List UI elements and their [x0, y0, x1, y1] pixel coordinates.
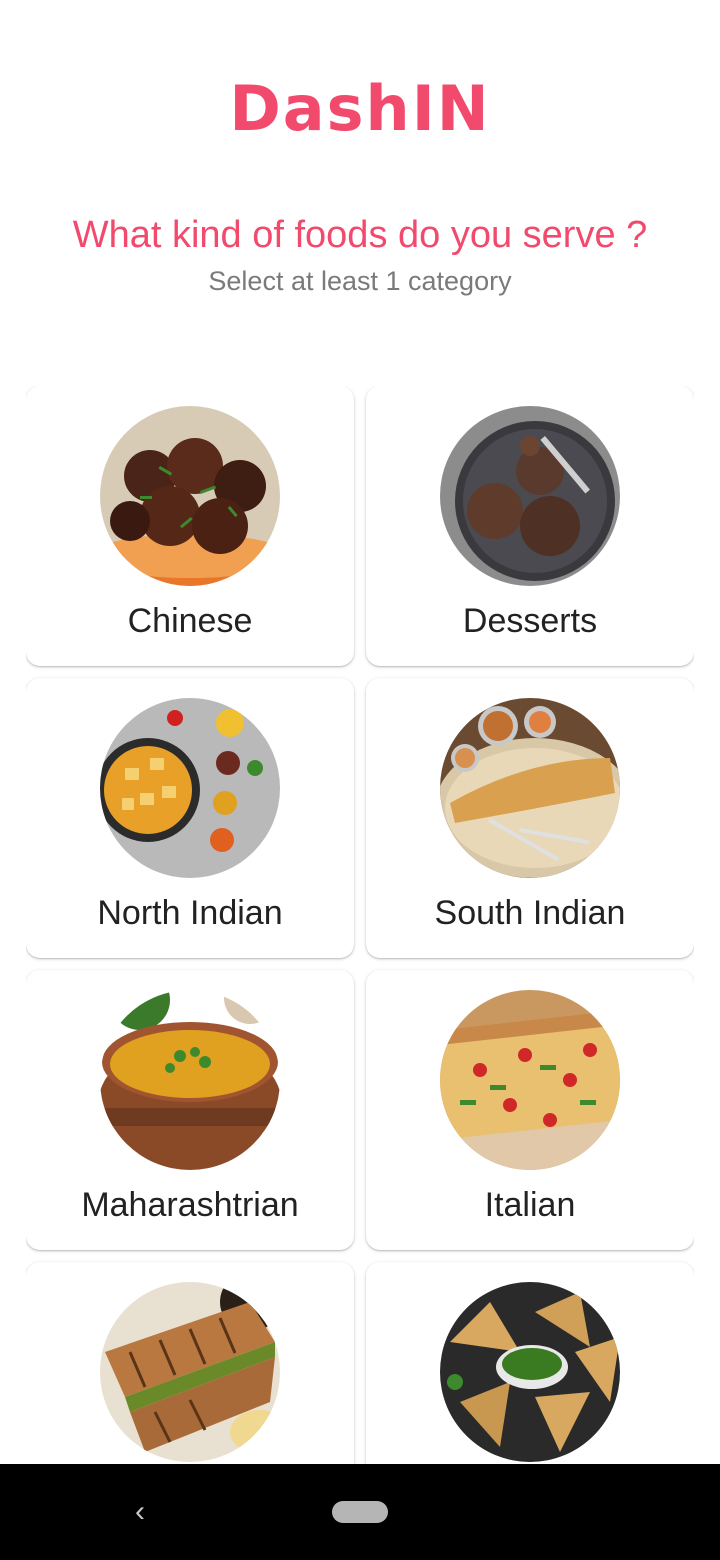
chinese-food-image: [100, 406, 280, 586]
italian-food-image: [440, 990, 620, 1170]
sandwich-image: [100, 1282, 280, 1462]
app-logo: DashIN: [229, 72, 491, 145]
category-label: North Indian: [97, 894, 283, 932]
category-card-north-indian[interactable]: North Indian: [26, 678, 354, 958]
page-subtitle: Select at least 1 category: [208, 266, 512, 296]
samosa-image: [440, 1282, 620, 1462]
category-label: Desserts: [462, 602, 598, 640]
system-navigation-bar: ‹: [0, 1464, 720, 1560]
north-indian-food-image: [100, 698, 280, 878]
category-card-south-indian[interactable]: South Indian: [366, 678, 694, 958]
category-card-samosa[interactable]: [366, 1262, 694, 1464]
category-card-italian[interactable]: Italian: [366, 970, 694, 1250]
category-label: Maharashtrian: [81, 1186, 299, 1224]
category-card-maharashtrian[interactable]: Maharashtrian: [26, 970, 354, 1250]
desserts-image: [440, 406, 620, 586]
home-pill-icon[interactable]: [332, 1501, 388, 1523]
maharashtrian-food-image: [100, 990, 280, 1170]
category-grid: Chinese Desserts North Indian South Indi…: [26, 386, 694, 1464]
back-icon[interactable]: ‹: [122, 1494, 158, 1530]
page-title: What kind of foods do you serve ?: [72, 214, 648, 256]
category-card-sandwich[interactable]: [26, 1262, 354, 1464]
category-card-desserts[interactable]: Desserts: [366, 386, 694, 666]
category-label: Chinese: [127, 602, 253, 640]
south-indian-food-image: [440, 698, 620, 878]
category-card-chinese[interactable]: Chinese: [26, 386, 354, 666]
category-label: Italian: [484, 1186, 576, 1224]
category-label: South Indian: [434, 894, 626, 932]
